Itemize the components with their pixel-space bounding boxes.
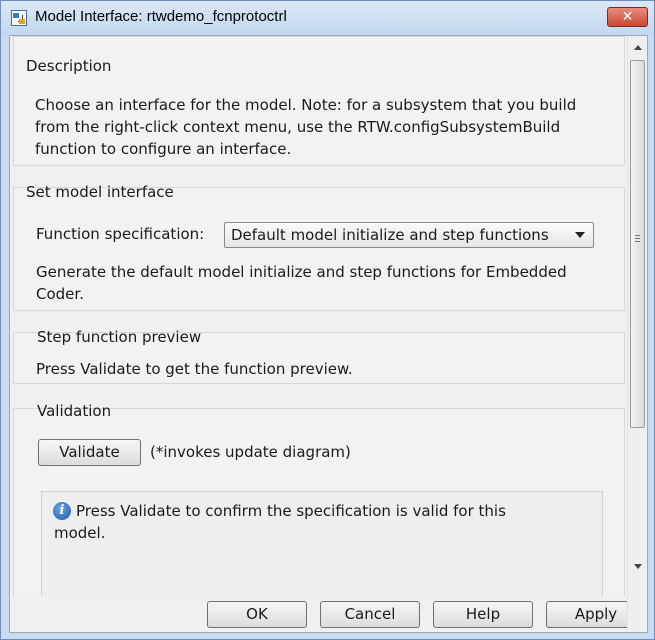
validation-heading: Validation — [37, 402, 112, 420]
function-specification-value: Default model initialize and step functi… — [231, 226, 549, 244]
function-specification-select[interactable]: Default model initialize and step functi… — [224, 222, 594, 248]
chevron-down-icon — [575, 232, 585, 238]
scroll-up-icon[interactable] — [634, 45, 642, 50]
title-bar[interactable]: Model Interface: rtwdemo_fcnprotoctrl ✕ — [1, 1, 654, 35]
vertical-scrollbar[interactable] — [627, 36, 647, 631]
description-group: Description Choose an interface for the … — [13, 36, 625, 166]
function-specification-label: Function specification: — [36, 225, 205, 243]
validation-message: Press Validate to confirm the specificat… — [54, 502, 506, 542]
validate-note: (*invokes update diagram) — [150, 443, 351, 461]
dialog-content: Description Choose an interface for the … — [9, 35, 648, 633]
button-bar: OK Cancel Help Apply — [10, 596, 646, 632]
cancel-button[interactable]: Cancel — [320, 601, 420, 628]
validate-button[interactable]: Validate — [38, 439, 141, 466]
ok-button[interactable]: OK — [207, 601, 307, 628]
grip-icon — [635, 235, 640, 236]
help-button[interactable]: Help — [433, 601, 533, 628]
preview-heading: Step function preview — [37, 328, 202, 346]
preview-text: Press Validate to get the function previ… — [36, 360, 353, 378]
set-interface-heading: Set model interface — [26, 183, 174, 201]
close-button[interactable]: ✕ — [607, 7, 648, 27]
description-heading: Description — [26, 57, 112, 75]
scrollbar-thumb[interactable] — [630, 60, 645, 428]
function-specification-help: Generate the default model initialize an… — [36, 263, 567, 303]
scroll-down-icon[interactable] — [634, 564, 642, 569]
close-icon: ✕ — [621, 9, 634, 25]
dialog-window: Model Interface: rtwdemo_fcnprotoctrl ✕ … — [0, 0, 655, 640]
window-title: Model Interface: rtwdemo_fcnprotoctrl — [35, 8, 287, 25]
description-text: Choose an interface for the model. Note:… — [35, 96, 577, 158]
model-icon — [11, 10, 27, 26]
